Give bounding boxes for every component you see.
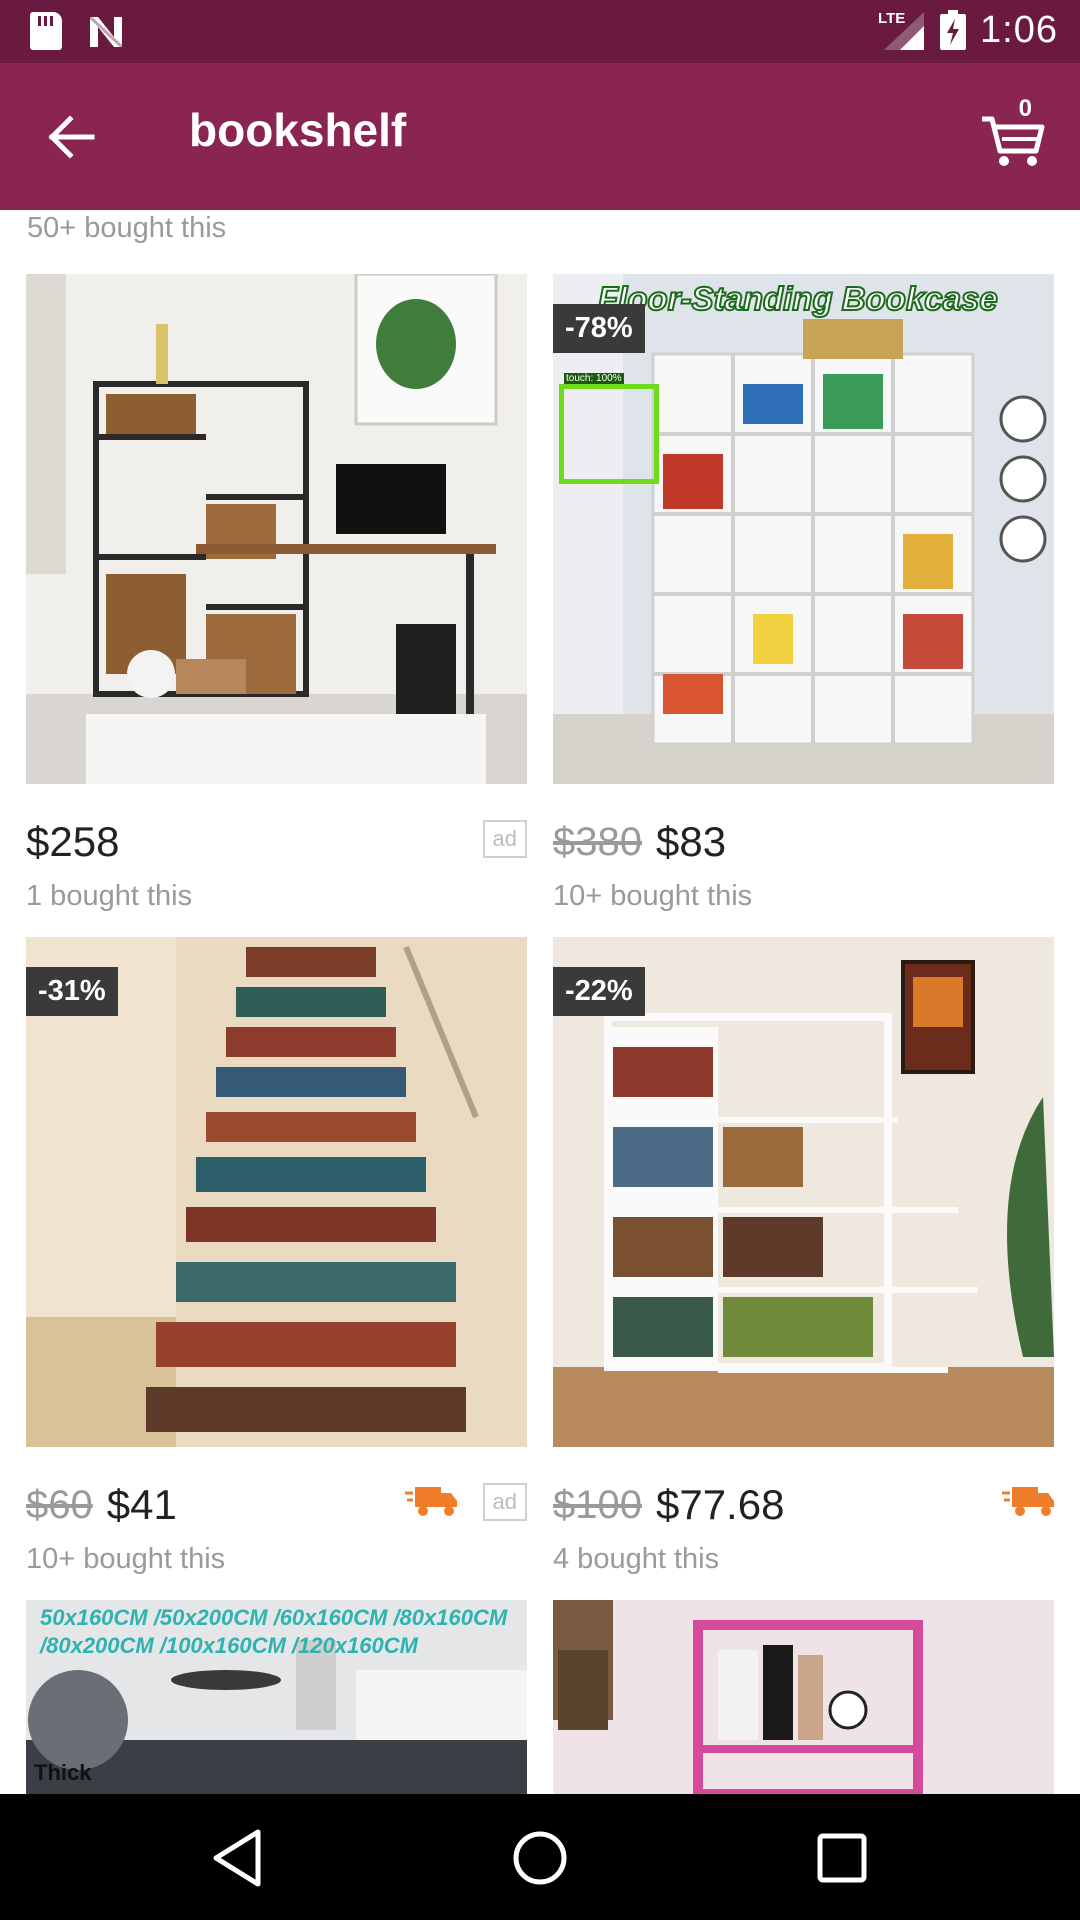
product-image[interactable]: -31% <box>26 937 527 1447</box>
product-card[interactable]: Floor-Standing Bookcase -78% touch: 100%… <box>553 274 1054 912</box>
sd-card-icon <box>30 12 62 50</box>
navigation-bar <box>0 1794 1080 1920</box>
size-banner-text: 50x160CM /50x200CM /60x160CM /80x160CM /… <box>40 1605 508 1658</box>
bought-count: 10+ bought this <box>26 1543 226 1575</box>
back-triangle-icon[interactable] <box>204 1824 272 1892</box>
product-grid: 50+ bought this $258 ad 1 bought this Fl… <box>0 210 1080 1794</box>
shopping-cart-icon <box>982 116 1045 166</box>
bought-count: 1 bought this <box>26 880 193 912</box>
n-notification-icon <box>86 13 126 49</box>
original-price: $380 <box>553 819 642 864</box>
thick-label: Thick <box>34 1760 92 1785</box>
bought-count: 50+ bought this <box>27 212 227 244</box>
cart-button[interactable]: 0 <box>978 95 1050 173</box>
discount-badge: -78% <box>553 304 645 353</box>
touch-overlay-box: touch: 100% <box>559 373 659 484</box>
product-card[interactable]: -31% $60 $41 ad 10+ bought this <box>26 937 527 1575</box>
delivery-truck-icon <box>405 1487 457 1516</box>
page-title: bookshelf <box>189 104 407 156</box>
cart-count-badge: 0 <box>1018 95 1032 122</box>
product-image[interactable]: Floor-Standing Bookcase -78% touch: 100% <box>553 274 1054 784</box>
bought-count: 10+ bought this <box>553 880 753 912</box>
bought-count: 4 bought this <box>553 1543 720 1575</box>
ad-badge: ad <box>482 1483 527 1521</box>
lte-label: LTE <box>878 10 906 27</box>
delivery-truck-icon <box>1002 1487 1054 1516</box>
product-image[interactable]: 50x160CM /50x200CM /60x160CM /80x160CM /… <box>26 1600 527 1794</box>
arrow-back-icon <box>48 115 95 159</box>
product-image[interactable]: -22% <box>553 937 1054 1447</box>
back-button[interactable] <box>40 105 104 169</box>
home-circle-icon[interactable] <box>506 1824 574 1892</box>
touch-overlay-label: touch: 100% <box>564 373 624 384</box>
product-image[interactable] <box>553 1600 1054 1794</box>
discount-badge: -22% <box>553 967 645 1016</box>
recents-square-icon[interactable] <box>808 1824 876 1892</box>
product-price: $83 <box>655 818 727 865</box>
product-card[interactable] <box>553 1600 1054 1794</box>
discount-badge: -31% <box>26 967 118 1016</box>
clock: 1:06 <box>980 8 1058 51</box>
product-card[interactable]: 50x160CM /50x200CM /60x160CM /80x160CM /… <box>26 1600 527 1794</box>
product-card[interactable]: -22% $100 $77.68 4 bought this <box>553 937 1054 1575</box>
original-price: $100 <box>553 1482 642 1527</box>
battery-charging-icon <box>940 10 967 50</box>
original-price: $60 <box>26 1482 93 1527</box>
product-image[interactable] <box>26 274 527 784</box>
banner-text: Floor-Standing Bookcase <box>597 279 999 318</box>
status-bar: LTE 1:06 <box>0 0 1080 63</box>
product-price: $41 <box>106 1481 177 1528</box>
product-card[interactable]: $258 ad 1 bought this <box>26 274 527 912</box>
ad-badge: ad <box>482 820 527 858</box>
product-price: $258 <box>26 818 120 865</box>
product-price: $77.68 <box>655 1481 785 1528</box>
cell-signal-icon: LTE <box>878 8 926 52</box>
app-bar: bookshelf 0 <box>0 63 1080 210</box>
